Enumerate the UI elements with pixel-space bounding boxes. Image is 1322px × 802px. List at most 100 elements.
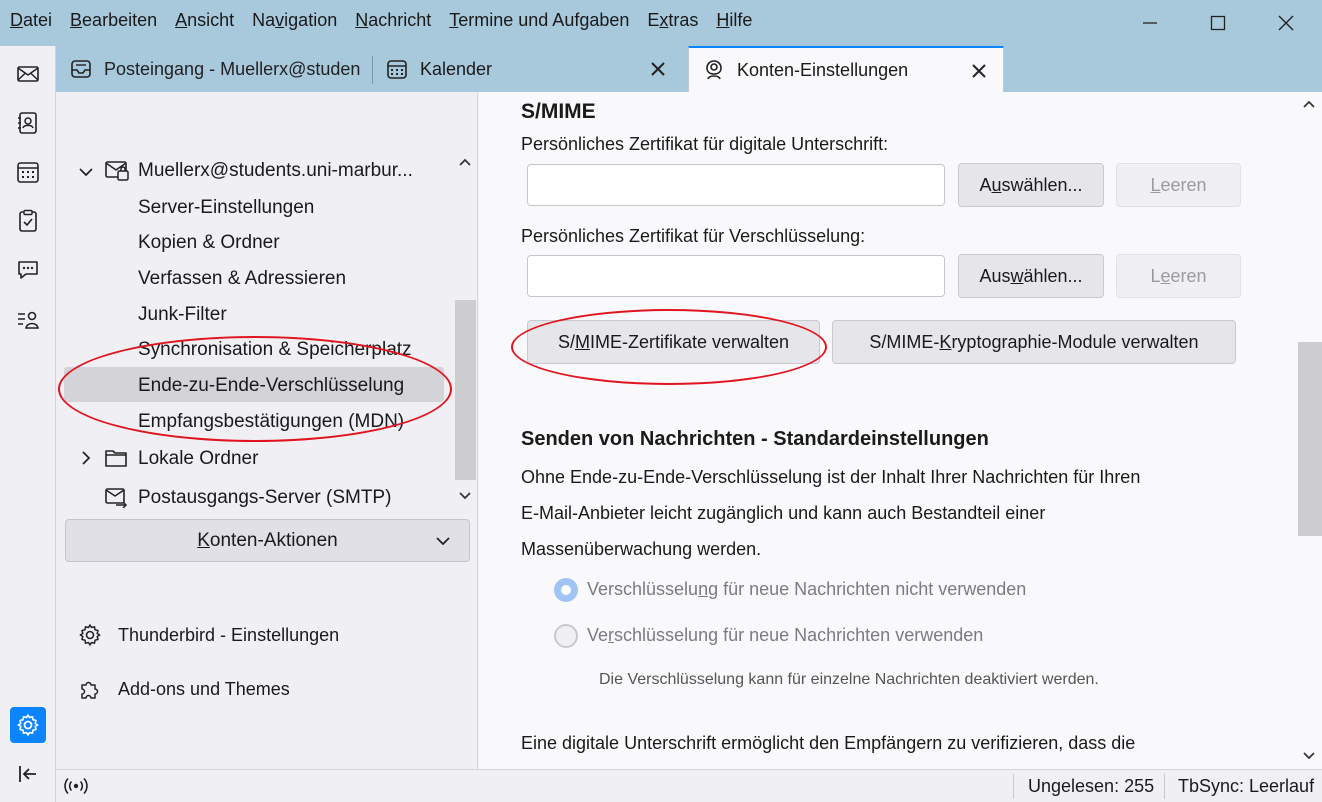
- close-tab-icon[interactable]: [969, 61, 989, 81]
- radio-require-encryption-label[interactable]: Verschlüsselung für neue Nachrichten ver…: [587, 625, 983, 646]
- tab-account-settings-label: Konten-Einstellungen: [737, 59, 909, 80]
- smime-heading: S/MIME: [521, 100, 596, 123]
- chat-icon: [18, 261, 38, 279]
- menu-hilfe[interactable]: Hilfe: [716, 10, 752, 31]
- tbsync-status[interactable]: TbSync: Leerlauf: [1178, 776, 1314, 797]
- tasks-space-button[interactable]: [10, 203, 46, 239]
- puzzle-icon: [81, 681, 99, 699]
- menu-navigation[interactable]: Navigation: [252, 10, 337, 31]
- tree-item-local-folders[interactable]: Lokale Ordner: [138, 448, 258, 470]
- encryption-hint: Die Verschlüsselung kann für einzelne Na…: [599, 671, 1099, 688]
- spaces-toolbar: [0, 46, 56, 802]
- thunderbird-settings-label: Thunderbird - Einstellungen: [118, 624, 340, 645]
- tree-item-server-settings[interactable]: Server-Einstellungen: [138, 197, 314, 219]
- clear-sign-cert-button[interactable]: Leeren: [1116, 163, 1241, 207]
- minimize-button[interactable]: [1116, 0, 1184, 46]
- scroll-up-icon[interactable]: [1301, 96, 1317, 112]
- tasks-icon: [19, 209, 37, 232]
- title-bar: Datei Bearbeiten Ansicht Navigation Nach…: [0, 0, 1322, 46]
- tab-calendar-label: Kalender: [420, 58, 493, 79]
- account-name[interactable]: Muellerx@students.uni-marbur...: [138, 160, 413, 182]
- scroll-down-icon[interactable]: [1301, 748, 1317, 764]
- tab-account-settings[interactable]: Konten-Einstellungen: [688, 46, 1004, 92]
- tree-item-copies-folders[interactable]: Kopien & Ordner: [138, 232, 280, 254]
- unread-count: Ungelesen: 255: [1028, 776, 1155, 796]
- account-actions-button[interactable]: Konten-Aktionen: [65, 519, 470, 562]
- chevron-down-icon[interactable]: [78, 164, 94, 180]
- calendar-space-button[interactable]: [10, 154, 46, 190]
- tree-scrollbar-thumb[interactable]: [455, 300, 476, 480]
- tree-item-e2e-encryption[interactable]: Ende-zu-Ende-Verschlüsselung: [138, 375, 404, 397]
- address-book-space-button[interactable]: [10, 105, 46, 141]
- menu-bearbeiten[interactable]: Bearbeiten: [70, 10, 157, 31]
- tab-calendar[interactable]: Kalender: [386, 46, 682, 92]
- radio-no-encryption[interactable]: [554, 578, 578, 602]
- contacts-list-icon: [18, 311, 39, 329]
- status-separator: [1164, 774, 1165, 799]
- account-tree-panel: Muellerx@students.uni-marbur... Server-E…: [56, 92, 478, 769]
- account-settings-content: S/MIME Persönliches Zertifikat für digit…: [479, 92, 1322, 769]
- sending-desc-line-1: Ohne Ende-zu-Ende-Verschlüsselung ist de…: [521, 467, 1141, 487]
- tab-inbox-label: Posteingang - Muellerx@studen: [104, 58, 361, 79]
- sending-desc-line-3: Massenüberwachung werden.: [521, 539, 762, 559]
- sign-cert-label: Persönliches Zertifikat für digitale Unt…: [521, 134, 889, 154]
- addons-link[interactable]: Add-ons und Themes: [78, 677, 290, 701]
- gear-icon: [17, 714, 39, 736]
- close-window-button[interactable]: [1252, 0, 1320, 46]
- menu-nachricht[interactable]: Nachricht: [355, 10, 431, 31]
- content-scrollbar[interactable]: [1296, 92, 1322, 769]
- enc-cert-input[interactable]: [527, 255, 945, 297]
- maximize-button[interactable]: [1184, 0, 1252, 46]
- mail-space-button[interactable]: [10, 56, 46, 92]
- addons-label: Add-ons und Themes: [118, 678, 290, 699]
- maximize-icon: [1210, 15, 1226, 31]
- menu-ansicht[interactable]: Ansicht: [175, 10, 234, 31]
- clear-enc-cert-button[interactable]: Le eren: [1116, 254, 1241, 298]
- mail-account-icon: [105, 161, 129, 181]
- close-tab-icon[interactable]: [648, 59, 668, 79]
- calendar-icon: [17, 162, 39, 183]
- menu-termine[interactable]: Termine und Aufgaben: [449, 10, 629, 31]
- settings-space-button[interactable]: [10, 707, 46, 743]
- select-enc-cert-button[interactable]: Aus w ählen...: [958, 254, 1104, 298]
- sending-defaults-heading: Senden von Nachrichten - Standardeinstel…: [521, 428, 989, 450]
- enc-cert-label: Persönliches Zertifikat für Verschlüssel…: [521, 226, 866, 246]
- radio-no-encryption-label[interactable]: Verschlüsselung für neue Nachrichten nic…: [587, 579, 1026, 600]
- collapse-left-icon: [19, 766, 36, 782]
- calendar-icon: [387, 60, 407, 79]
- chevron-right-icon[interactable]: [78, 450, 94, 466]
- status-bar: Ungelesen: 255 TbSync: Leerlauf: [56, 769, 1322, 802]
- address-book-icon: [18, 112, 37, 134]
- account-actions-label: Konten-Aktionen: [197, 529, 338, 551]
- tab-bar: Posteingang - Muellerx@studen Kalender K…: [56, 46, 1322, 92]
- tree-item-smtp[interactable]: Postausgangs-Server (SMTP): [138, 487, 391, 509]
- manage-crypto-modules-button[interactable]: S/MIME- Kryptographie-Module verwalten: [832, 320, 1236, 364]
- menu-datei[interactable]: Datei: [10, 10, 52, 31]
- select-sign-cert-button[interactable]: Au swählen...: [958, 163, 1104, 207]
- outgoing-server-icon: [105, 488, 128, 508]
- chat-space-button[interactable]: [10, 252, 46, 288]
- tree-item-synchronisation[interactable]: Synchronisation & Speicherplatz: [138, 339, 412, 361]
- content-scrollbar-thumb[interactable]: [1298, 342, 1322, 536]
- collapse-spaces-button[interactable]: [10, 756, 46, 792]
- account-settings-icon: [706, 60, 722, 80]
- tab-separator: [372, 56, 373, 84]
- sign-cert-input[interactable]: [527, 164, 945, 206]
- tree-item-composition[interactable]: Verfassen & Adressieren: [138, 268, 346, 290]
- scroll-down-icon[interactable]: [457, 488, 473, 504]
- folder-icon: [105, 450, 127, 467]
- sending-desc-line-2: E-Mail-Anbieter leicht zugänglich und ka…: [521, 503, 1046, 523]
- radio-require-encryption[interactable]: [554, 624, 578, 648]
- tree-item-junk-filter[interactable]: Junk-Filter: [138, 304, 227, 326]
- menu-extras[interactable]: Extras: [647, 10, 698, 31]
- close-icon: [1278, 15, 1294, 31]
- online-status-icon[interactable]: [64, 776, 88, 796]
- tree-item-receipts[interactable]: Empfangsbestätigungen (MDN): [138, 411, 404, 433]
- tree-scrollbar[interactable]: [453, 150, 478, 508]
- contacts-space-button[interactable]: [10, 301, 46, 337]
- signature-text: Eine digitale Unterschrift ermöglicht de…: [521, 733, 1136, 753]
- thunderbird-settings-link[interactable]: Thunderbird - Einstellungen: [78, 623, 339, 647]
- tab-inbox[interactable]: Posteingang - Muellerx@studen: [70, 46, 368, 92]
- manage-smime-certs-button[interactable]: S/M IME-Zertifikate verwalten: [527, 320, 820, 364]
- scroll-up-icon[interactable]: [457, 154, 473, 170]
